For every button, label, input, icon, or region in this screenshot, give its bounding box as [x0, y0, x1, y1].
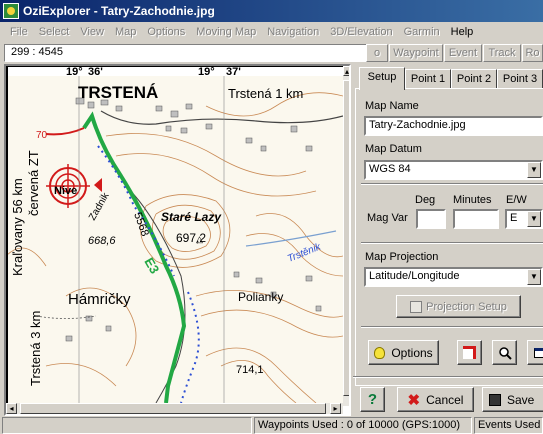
- scroll-up-button[interactable]: ▴: [343, 66, 349, 76]
- calibrate-button[interactable]: [457, 340, 482, 365]
- status-cell-empty: [2, 417, 252, 434]
- label-elev-668: 668,6: [88, 235, 116, 247]
- save-button[interactable]: Save: [482, 387, 543, 412]
- status-events: Events Used: [474, 417, 543, 434]
- coordinate-readout: 299 : 4545: [4, 44, 374, 62]
- grid-label-lon2-min: 37': [226, 66, 241, 78]
- separator: [361, 326, 543, 328]
- map-projection-label: Map Projection: [365, 251, 439, 263]
- scroll-left-button[interactable]: ◂: [6, 403, 17, 414]
- label-polianky: Polianky: [238, 290, 283, 304]
- save-label: Save: [507, 392, 535, 407]
- label-trstena-1km: Trstená 1 km: [228, 86, 303, 101]
- chevron-down-icon[interactable]: ▼: [527, 269, 541, 285]
- label-trstena: TRSTENÁ: [78, 83, 158, 102]
- tab-point-1[interactable]: Point 1: [405, 69, 451, 89]
- help-button[interactable]: ?: [360, 387, 385, 412]
- save-disk-icon: [489, 393, 501, 406]
- grid-label-lon1-min: 36': [88, 66, 103, 78]
- cancel-label: Cancel: [426, 392, 464, 407]
- chevron-down-icon[interactable]: ▼: [527, 211, 541, 227]
- map-view[interactable]: 19° 36' 19° 37' TRSTENÁ Trstená 1 km Kra…: [4, 64, 351, 416]
- projection-setup-button[interactable]: Projection Setup: [396, 295, 521, 318]
- label-trstena-3km: Trstená 3 km: [28, 311, 43, 386]
- mag-var-minutes-input[interactable]: [453, 209, 499, 229]
- svg-text:△: △: [196, 234, 203, 244]
- label-cervena: červená ZT: [26, 150, 41, 216]
- chevron-down-icon[interactable]: ▼: [527, 162, 541, 178]
- map-horizontal-scrollbar[interactable]: ◂ ▸: [6, 403, 343, 414]
- label-hamricky: Hámričky: [68, 291, 131, 308]
- menu-options[interactable]: Options: [147, 26, 185, 38]
- toolbar-button-event[interactable]: Event: [444, 44, 482, 62]
- map-name-label: Map Name: [365, 100, 419, 112]
- menu-moving-map[interactable]: Moving Map: [196, 26, 256, 38]
- lightbulb-icon: [374, 346, 386, 359]
- red-corner-icon: [463, 346, 476, 359]
- scroll-thumb-horizontal[interactable]: [20, 403, 326, 414]
- map-datum-value: WGS 84: [369, 163, 411, 175]
- toolbar-button-route-2[interactable]: Ro: [522, 44, 543, 62]
- label-stare-lazy: Staré Lazy: [161, 210, 222, 224]
- mag-var-label: Mag Var: [367, 212, 408, 224]
- magnifier-icon: [498, 346, 512, 360]
- grid-label-lon2-deg: 19°: [198, 66, 215, 78]
- menu-map[interactable]: Map: [115, 26, 136, 38]
- projection-icon: [410, 300, 423, 313]
- separator: [361, 242, 543, 244]
- toolbar-button-waypoint[interactable]: Waypoint: [389, 44, 443, 62]
- toolbar-button-route[interactable]: o: [366, 44, 388, 62]
- map-setup-panel: Setup Point 1 Point 2 Point 3 Map Name T…: [353, 64, 543, 416]
- windows-button[interactable]: [527, 340, 543, 365]
- projection-setup-label: Projection Setup: [426, 300, 507, 313]
- ew-label: E/W: [506, 194, 527, 206]
- separator: [361, 183, 543, 185]
- separator: [353, 376, 543, 378]
- tab-setup[interactable]: Setup: [359, 67, 405, 90]
- menu-bar: File Select View Map Options Moving Map …: [0, 22, 543, 42]
- map-datum-select[interactable]: WGS 84 ▼: [364, 160, 543, 180]
- map-projection-value: Latitude/Longitude: [369, 270, 460, 282]
- map-vertical-scrollbar[interactable]: ▴: [343, 66, 349, 406]
- label-kralovany: Kraľovany 56 km: [10, 178, 25, 276]
- minutes-label: Minutes: [453, 194, 492, 206]
- label-elev-714: 714,1: [236, 364, 264, 376]
- setup-tabs: Setup Point 1 Point 2 Point 3: [353, 67, 543, 90]
- options-button[interactable]: Options: [368, 340, 439, 365]
- grid-label-lon1-deg: 19°: [66, 66, 83, 78]
- menu-navigation[interactable]: Navigation: [267, 26, 319, 38]
- scroll-thumb-vertical[interactable]: [343, 80, 349, 396]
- title-bar: OziExplorer - Tatry-Zachodnie.jpg: [0, 0, 543, 22]
- menu-garmin[interactable]: Garmin: [404, 26, 440, 38]
- cancel-x-icon: ✖: [407, 391, 421, 409]
- toolbar: 299 : 4545 o Waypoint Event Track Ro: [0, 42, 543, 64]
- mag-var-ew-select[interactable]: E ▼: [505, 209, 543, 229]
- deg-label: Deg: [415, 194, 436, 206]
- tab-point-3[interactable]: Point 3: [497, 69, 543, 89]
- map-datum-label: Map Datum: [365, 143, 422, 155]
- cancel-button[interactable]: ✖ Cancel: [397, 387, 474, 412]
- label-elev-70: 70: [36, 130, 48, 141]
- mag-var-deg-input[interactable]: [416, 209, 446, 229]
- windows-icon: [533, 347, 543, 358]
- menu-help[interactable]: Help: [451, 26, 474, 38]
- scroll-right-button[interactable]: ▸: [330, 403, 341, 414]
- tab-point-2[interactable]: Point 2: [451, 69, 497, 89]
- app-icon: [3, 3, 19, 19]
- menu-select[interactable]: Select: [39, 26, 70, 38]
- map-canvas[interactable]: 19° 36' 19° 37' TRSTENÁ Trstená 1 km Kra…: [6, 66, 343, 403]
- status-waypoints: Waypoints Used : 0 of 10000 (GPS:1000): [254, 417, 472, 434]
- zoom-button[interactable]: [492, 340, 517, 365]
- label-nive: Nive: [54, 185, 77, 197]
- mag-var-ew-value: E: [510, 212, 518, 224]
- menu-3d-elevation[interactable]: 3D/Elevation: [330, 26, 392, 38]
- window-title: OziExplorer - Tatry-Zachodnie.jpg: [23, 4, 215, 18]
- status-bar: Waypoints Used : 0 of 10000 (GPS:1000) E…: [0, 416, 543, 434]
- toolbar-button-track[interactable]: Track: [483, 44, 521, 62]
- options-label: Options: [391, 345, 433, 360]
- menu-view[interactable]: View: [80, 26, 104, 38]
- menu-file[interactable]: File: [10, 26, 28, 38]
- map-name-input[interactable]: Tatry-Zachodnie.jpg: [364, 116, 543, 136]
- map-projection-select[interactable]: Latitude/Longitude ▼: [364, 267, 543, 287]
